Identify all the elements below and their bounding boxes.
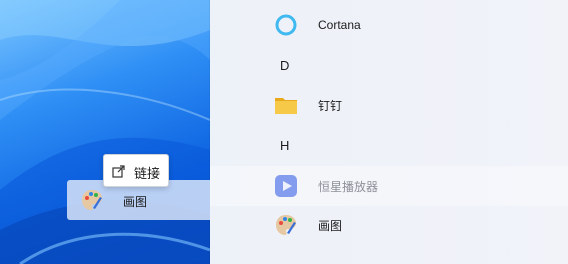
drag-ghost-label: 画图 bbox=[123, 195, 148, 209]
paint-icon bbox=[80, 188, 104, 212]
drop-link-tooltip: 链接 bbox=[103, 154, 169, 187]
app-item-dingtalk[interactable]: 钉钉 bbox=[210, 85, 568, 125]
section-header-d[interactable]: D bbox=[280, 58, 289, 73]
cortana-icon bbox=[274, 13, 298, 37]
app-label: 恒星播放器 bbox=[318, 179, 379, 194]
app-label: 画图 bbox=[318, 218, 343, 233]
app-item-cortana[interactable]: Cortana bbox=[210, 5, 568, 45]
start-menu-all-apps: Cortana D 钉钉 H 恒星播放器 画图 bbox=[210, 0, 568, 264]
folder-icon bbox=[274, 93, 298, 117]
app-item-media-player[interactable]: 恒星播放器 bbox=[210, 166, 568, 206]
section-header-h[interactable]: H bbox=[280, 138, 289, 153]
app-item-paint[interactable]: 画图 bbox=[210, 205, 568, 245]
paint-icon bbox=[274, 213, 298, 237]
media-player-icon bbox=[274, 174, 298, 198]
tooltip-label: 链接 bbox=[134, 166, 161, 181]
app-label: 钉钉 bbox=[318, 98, 343, 113]
desktop-wallpaper bbox=[0, 0, 210, 264]
app-label: Cortana bbox=[318, 18, 361, 32]
link-arrow-icon bbox=[112, 164, 126, 178]
